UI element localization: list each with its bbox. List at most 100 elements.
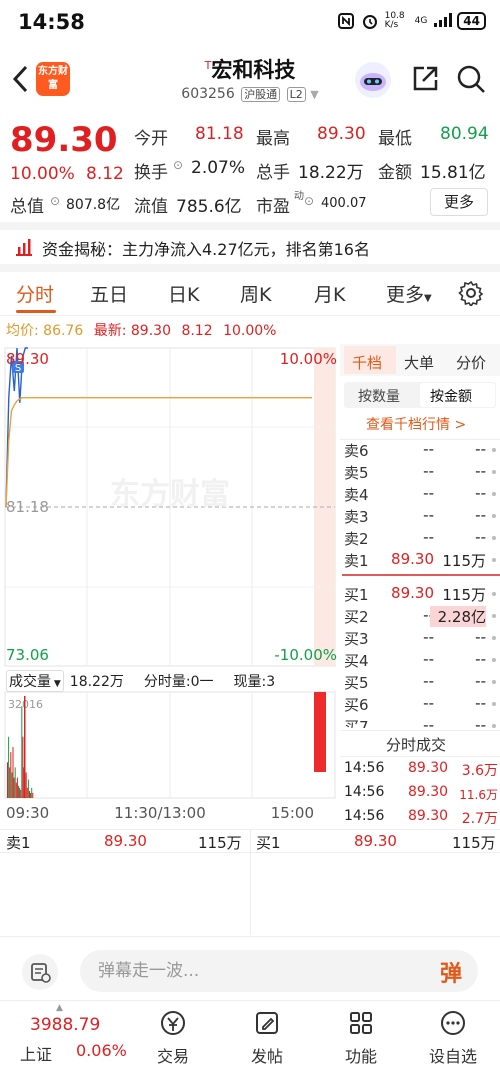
settings-icon[interactable] [458, 280, 484, 310]
sell-price: -- [423, 440, 434, 458]
trades-title: 分时成交 [386, 736, 447, 754]
last-price: 89.30 [10, 120, 118, 160]
volume-bar [19, 787, 21, 798]
tab-monthly-k[interactable]: 月K [314, 280, 345, 307]
nav-post[interactable]: 发帖 [232, 1009, 302, 1067]
chart-top-price: 89.30 [6, 350, 49, 368]
book-tab-thousand[interactable]: 千档 [352, 352, 382, 373]
pe-info-icon[interactable]: ⊙ [304, 194, 314, 208]
nav-trade[interactable]: 交易 [138, 1009, 208, 1067]
latest-label: 最新: [93, 323, 127, 339]
signal-icon [433, 12, 453, 30]
sell-row[interactable]: 卖2 -- -- [344, 528, 500, 550]
sell-row[interactable]: 卖6 -- -- [344, 440, 500, 462]
tab-more-label: 更多 [386, 284, 425, 306]
buy-price: -- [423, 694, 434, 712]
buy-label: 买2 [344, 608, 369, 626]
buy-row[interactable]: 买5 -- -- [344, 672, 500, 694]
sell-label: 卖4 [344, 486, 369, 504]
volume-bar [21, 706, 23, 798]
index-value[interactable]: 3988.79 [30, 1015, 100, 1035]
fenshi-volume: 分时量:0一 [143, 674, 214, 690]
nav-add-watchlist[interactable]: 设自选 [418, 1009, 488, 1067]
status-bar: 14:58 10.8 K/s 4G 44 [0, 0, 500, 48]
divider [0, 222, 500, 230]
trade-icon [161, 1011, 185, 1035]
divider [340, 756, 500, 757]
buy-row[interactable]: 买3 -- -- [344, 628, 500, 650]
avg-value: 86.76 [43, 323, 84, 339]
float-label: 流值 [134, 197, 168, 217]
sub-tab-by-qty[interactable]: 按数量 [358, 386, 400, 406]
tab-daily-k[interactable]: 日K [168, 280, 199, 307]
avg-price-line: 均价: 86.76 最新: 89.30 8.12 10.00% [6, 320, 276, 340]
volume-header: 成交量 ▼ 18.22万 分时量:0一 现量:3 [6, 670, 336, 692]
book-tab-big-order[interactable]: 大单 [404, 352, 434, 373]
tab-five-day[interactable]: 五日 [90, 280, 128, 307]
sell-row[interactable]: 卖4 -- -- [344, 484, 500, 506]
battery-icon: 44 [457, 12, 486, 30]
intraday-chart-svg[interactable]: 东方财富 S 89.30 10.00% 81.18 73.06 -10.00% … [0, 344, 340, 829]
mktcap-info-icon[interactable]: ⊙ [50, 194, 60, 208]
assistant-avatar-icon[interactable] [355, 62, 391, 98]
info-icon[interactable]: ⊙ [173, 158, 183, 172]
nav-add-watchlist-label: 设自选 [428, 1047, 477, 1066]
volume-value: 18.22万 [298, 163, 364, 183]
stock-name: 宏和科技 [211, 58, 296, 82]
sub-tab-by-amount[interactable]: 按金额 [430, 386, 472, 406]
current-volume: 现量:3 [233, 674, 276, 690]
caret-down-icon: ▼ [424, 293, 432, 304]
sell-price: -- [423, 462, 434, 480]
buy-row[interactable]: 买7 -- -- [344, 716, 500, 728]
sell-row[interactable]: 卖3 -- -- [344, 506, 500, 528]
buy-volume: -- [475, 716, 486, 728]
sell-price: 89.30 [391, 550, 434, 568]
index-name[interactable]: 上证 [20, 1041, 52, 1065]
buy-price: -- [423, 628, 434, 646]
sell-volume: -- [475, 462, 486, 480]
sell-label: 卖2 [344, 530, 369, 548]
index-pct[interactable]: 0.06% [76, 1041, 127, 1060]
sell-volume: -- [475, 484, 486, 502]
intraday-chart[interactable]: 东方财富 S 89.30 10.00% 81.18 73.06 -10.00% … [0, 344, 340, 829]
book-tab-by-price[interactable]: 分价 [456, 352, 486, 373]
chart-bottom-pct: -10.00% [274, 646, 337, 664]
nav-functions-label: 功能 [344, 1047, 377, 1066]
buy-label: 买3 [344, 630, 369, 648]
trade-volume: 2.7万 [461, 811, 498, 827]
more-button[interactable]: 更多 [430, 188, 488, 216]
divider [0, 936, 500, 937]
tab-intraday[interactable]: 分时 [16, 280, 54, 307]
view-thousand-link[interactable]: 查看千档行情 > [366, 414, 466, 434]
dot [492, 658, 496, 662]
volume-bar [13, 777, 15, 798]
tab-weekly-k[interactable]: 周K [240, 280, 271, 307]
sell-row[interactable]: 卖5 -- -- [344, 462, 500, 484]
buy-label: 买5 [344, 674, 369, 692]
avg-label: 均价: [6, 323, 39, 339]
sell-row[interactable]: 卖1 89.30 115万 [344, 550, 500, 572]
nav-functions[interactable]: 功能 [326, 1009, 396, 1067]
clock: 14:58 [18, 10, 85, 34]
danmu-input[interactable]: 弹幕走一波... [80, 950, 478, 992]
buy-row[interactable]: 买6 -- -- [344, 694, 500, 716]
capital-flow-bar[interactable]: 资金揭秘：主力净流入4.27亿元，排名第16名 [0, 232, 500, 262]
caret-down-icon: ▼ [51, 679, 61, 689]
volume-selector[interactable]: 成交量 ▼ [6, 670, 64, 692]
sell-label: 卖1 [344, 552, 369, 570]
sell-volume: -- [475, 506, 486, 524]
sell-price: -- [423, 484, 434, 502]
chart-top-pct: 10.00% [280, 350, 337, 368]
share-icon[interactable] [410, 64, 440, 98]
buy-row[interactable]: 买1 89.30 115万 [344, 584, 500, 606]
dot [492, 592, 496, 596]
tab-more[interactable]: 更多▼ [386, 280, 432, 307]
change-value: 8.12 [86, 164, 124, 184]
buy-row[interactable]: 买4 -- -- [344, 650, 500, 672]
danmu-list-icon[interactable] [22, 954, 58, 990]
danmu-button[interactable]: 弹 [440, 956, 462, 988]
search-icon[interactable] [456, 64, 486, 98]
trade-row: 14:56 89.30 2.7万 [344, 808, 500, 830]
buy-row[interactable]: 买2 -- 2.28亿 [344, 606, 500, 628]
volume-bar [32, 792, 34, 798]
